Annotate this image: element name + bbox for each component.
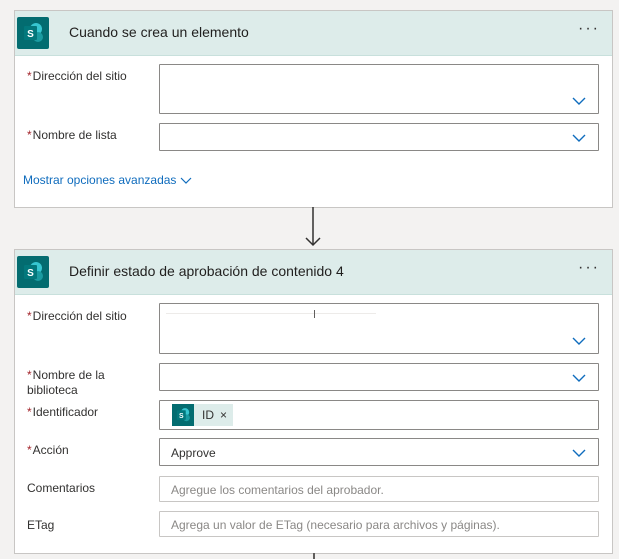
comments-placeholder: Agregue los comentarios del aprobador. bbox=[171, 483, 384, 497]
id-token[interactable]: S ID × bbox=[172, 404, 234, 426]
show-advanced-options-link[interactable]: Mostrar opciones avanzadas bbox=[23, 173, 192, 187]
action-dropdown[interactable]: Approve bbox=[159, 438, 599, 466]
action-card-title: Definir estado de aprobación de contenid… bbox=[69, 263, 344, 279]
masked-value bbox=[166, 313, 376, 314]
action-label: *Acción bbox=[27, 443, 69, 457]
chevron-down-icon[interactable] bbox=[572, 94, 586, 108]
chevron-down-icon[interactable] bbox=[572, 371, 586, 385]
etag-input[interactable]: Agrega un valor de ETag (necesario para … bbox=[159, 511, 599, 537]
arrow-down-icon bbox=[305, 207, 321, 247]
action-card: S Definir estado de aprobación de conten… bbox=[14, 249, 613, 554]
connector-line bbox=[313, 553, 315, 559]
chevron-down-icon[interactable] bbox=[572, 446, 586, 460]
etag-placeholder: Agrega un valor de ETag (necesario para … bbox=[171, 518, 500, 532]
svg-text:S: S bbox=[27, 29, 34, 40]
trigger-card: S Cuando se crea un elemento ··· *Direcc… bbox=[14, 10, 613, 208]
more-options-icon[interactable]: ··· bbox=[578, 21, 600, 37]
sharepoint-icon: S bbox=[172, 404, 194, 426]
site-address-dropdown[interactable] bbox=[159, 64, 599, 114]
svg-text:S: S bbox=[179, 413, 184, 420]
action-card-header[interactable]: S Definir estado de aprobación de conten… bbox=[15, 250, 612, 295]
svg-text:S: S bbox=[27, 268, 34, 279]
identifier-field[interactable]: S ID × bbox=[159, 400, 599, 430]
id-token-label: ID bbox=[202, 408, 214, 422]
library-name-dropdown[interactable] bbox=[159, 363, 599, 391]
identifier-label: *Identificador bbox=[27, 405, 99, 419]
chevron-down-icon[interactable] bbox=[572, 131, 586, 145]
comments-label: Comentarios bbox=[27, 481, 96, 495]
text-cursor bbox=[314, 310, 315, 318]
chevron-down-icon bbox=[180, 177, 192, 184]
trigger-card-title: Cuando se crea un elemento bbox=[69, 24, 249, 40]
site-address-label: *Dirección del sitio bbox=[27, 309, 127, 323]
action-value: Approve bbox=[171, 446, 216, 460]
library-name-label: *Nombre de la biblioteca bbox=[27, 368, 105, 397]
chevron-down-icon[interactable] bbox=[572, 334, 586, 348]
sharepoint-icon: S bbox=[17, 256, 49, 288]
site-address-label: *Dirección del sitio bbox=[27, 69, 127, 83]
remove-token-icon[interactable]: × bbox=[220, 408, 227, 422]
list-name-dropdown[interactable] bbox=[159, 123, 599, 151]
list-name-label: *Nombre de lista bbox=[27, 128, 117, 142]
more-options-icon[interactable]: ··· bbox=[578, 260, 600, 276]
etag-label: ETag bbox=[27, 518, 55, 532]
comments-input[interactable]: Agregue los comentarios del aprobador. bbox=[159, 476, 599, 502]
trigger-card-header[interactable]: S Cuando se crea un elemento ··· bbox=[15, 11, 612, 56]
sharepoint-icon: S bbox=[17, 17, 49, 49]
site-address-dropdown[interactable] bbox=[159, 303, 599, 354]
